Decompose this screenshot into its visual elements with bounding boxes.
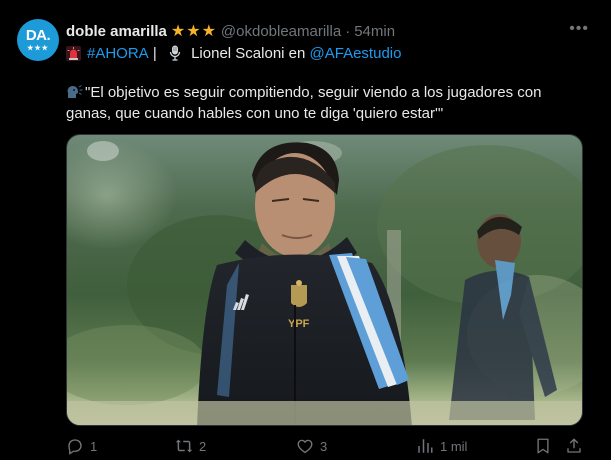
like-button[interactable]: 3 — [296, 437, 327, 455]
mention-link[interactable]: @AFAestudio — [310, 45, 402, 62]
pipe-text: | — [148, 44, 161, 62]
like-icon — [297, 439, 313, 454]
speaking-head-icon — [66, 84, 83, 99]
share-button[interactable] — [565, 437, 583, 455]
avatar-text: DA. — [25, 27, 51, 44]
avatar-stars: ★★★ — [27, 45, 49, 52]
like-count: 3 — [320, 438, 328, 454]
retweet-count: 2 — [199, 438, 207, 454]
tweet-headline: #AHORA | Lionel Scaloni en @AFAestudio — [66, 42, 401, 64]
reply-icon — [68, 439, 82, 455]
siren-icon — [66, 45, 81, 61]
reply-count: 1 — [90, 438, 98, 454]
tweet-photo[interactable]: YPF — [66, 134, 583, 426]
bookmark-icon — [537, 438, 549, 454]
avatar[interactable]: DA. ★★★ — [17, 19, 59, 61]
timestamp[interactable]: 54min — [354, 23, 395, 40]
hashtag-link[interactable]: #AHORA — [87, 45, 149, 62]
views-icon — [418, 439, 433, 453]
tweet-quote: "El objetivo es seguir compitiendo, segu… — [66, 84, 542, 122]
tweet[interactable]: DA. ★★★ doble amarilla ★★★ @okdobleamari… — [0, 0, 611, 460]
stars-badge: ★★★ — [170, 23, 217, 40]
separator: · — [345, 22, 351, 40]
views-count: 1 mil — [440, 438, 468, 454]
retweet-button[interactable]: 2 — [175, 437, 206, 455]
display-name[interactable]: doble amarilla — [66, 23, 167, 40]
bookmark-button[interactable] — [534, 437, 552, 455]
handle[interactable]: @okdobleamarilla — [221, 23, 341, 40]
action-bar: 1 2 3 1 mil — [66, 436, 589, 456]
tweet-header: doble amarilla ★★★ @okdobleamarilla · 54… — [66, 20, 571, 42]
more-icon: ••• — [569, 20, 589, 37]
photo-scene: YPF — [67, 140, 582, 425]
jacket-ypf-text: YPF — [288, 318, 310, 330]
tweet-text: "El objetivo es seguir compitiendo, segu… — [66, 82, 586, 124]
main-person: YPF — [197, 142, 412, 425]
views-button[interactable]: 1 mil — [416, 437, 467, 455]
reply-button[interactable]: 1 — [66, 437, 97, 455]
speaker-text: Lionel Scaloni en — [186, 44, 310, 62]
more-button[interactable]: ••• — [569, 20, 589, 38]
share-icon — [567, 438, 581, 453]
microphone-icon — [169, 45, 181, 61]
retweet-icon — [175, 439, 193, 453]
